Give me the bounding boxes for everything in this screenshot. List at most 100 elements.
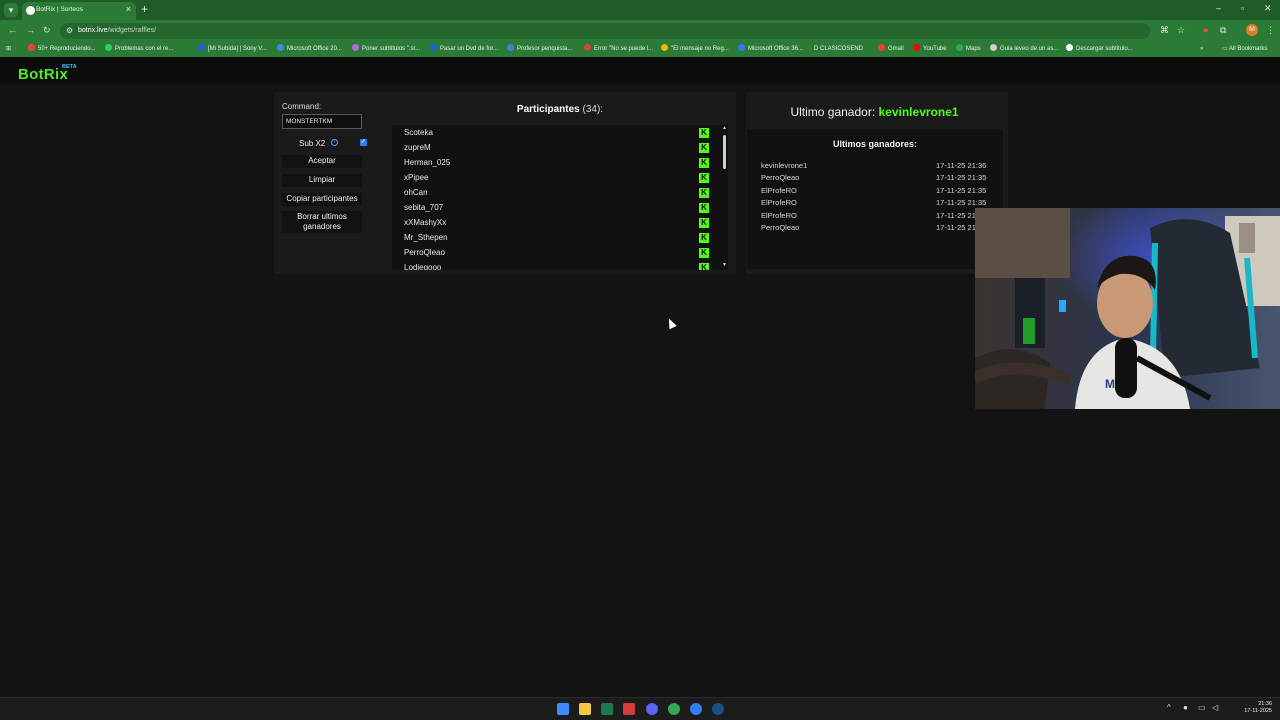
site-icon xyxy=(661,44,668,51)
apps-icon[interactable]: ⊞ xyxy=(6,44,11,55)
translate-icon[interactable]: ⌘ xyxy=(1160,25,1169,36)
bookmark-item[interactable]: Poner subtitulos ".sr... xyxy=(352,44,420,55)
bookmark-item[interactable]: Guia leveo de un as... xyxy=(990,44,1058,55)
bookmark-item[interactable]: YouTube xyxy=(913,44,947,55)
command-input[interactable] xyxy=(282,114,362,129)
profile-avatar[interactable]: M xyxy=(1246,24,1258,36)
site-icon xyxy=(430,44,437,51)
bookmark-item[interactable]: Gmail xyxy=(878,44,904,55)
site-icon xyxy=(507,44,514,51)
all-bookmarks[interactable]: ▭ All Bookmarks xyxy=(1222,44,1267,55)
extensions-puzzle-icon[interactable]: ⧉ xyxy=(1220,25,1226,36)
last-winners-title: Ultimos ganadores: xyxy=(832,139,917,149)
reload-icon[interactable]: ↻ xyxy=(43,25,51,36)
delete-last-winners-button[interactable]: Borrar ultimos ganadores xyxy=(282,211,362,233)
bookmark-item[interactable]: Microsoft Office 20... xyxy=(277,44,342,55)
last-winner-title: Ultimo ganador: kevinlevrone1 xyxy=(746,105,1003,119)
bookmark-item[interactable]: "El mensaje no Reg... xyxy=(661,44,729,55)
bookmark-item[interactable]: [Mi Subida] | Sony V... xyxy=(198,44,267,55)
url-path: /widgets/raffles/ xyxy=(107,27,157,34)
minimize-icon[interactable]: – xyxy=(1216,3,1221,13)
site-icon xyxy=(352,44,359,51)
tab-search-icon[interactable]: ▾ xyxy=(4,3,18,17)
new-tab-icon[interactable]: + xyxy=(141,2,148,16)
winner-row: kevinlevrone1 17-11-25 21:36 xyxy=(761,160,991,172)
botrix-logo[interactable]: BotRix xyxy=(18,66,68,83)
kick-icon: K xyxy=(699,203,709,213)
bookmark-star-icon[interactable]: ☆ xyxy=(1177,25,1185,36)
maximize-icon[interactable]: ▫ xyxy=(1241,3,1244,13)
app-icon[interactable] xyxy=(623,703,635,715)
bookmark-item[interactable]: 50+ Reproduciendo... xyxy=(28,44,96,55)
bookmark-item[interactable]: Microsoft Office 36... xyxy=(738,44,803,55)
accept-button[interactable]: Aceptar xyxy=(282,155,362,168)
tray-app-icon[interactable]: ● xyxy=(1183,703,1188,712)
participants-list[interactable]: Scoteka K zupreM K Herman_025 K xPipee K… xyxy=(392,125,728,270)
winner-row: ElProfeRO 17-11-25 21:35 xyxy=(761,185,991,197)
streamer-camera-image: ME xyxy=(975,208,1280,409)
back-icon[interactable]: ← xyxy=(8,25,17,35)
address-bar: ← → ↻ ⚙ botrix.live/widgets/raffles/ ⌘ ☆… xyxy=(0,20,1280,42)
winner-name: ElProfeRO xyxy=(761,198,797,207)
last-winner-name: kevinlevrone1 xyxy=(878,105,959,119)
info-icon[interactable]: i xyxy=(331,139,338,146)
extension-icon[interactable]: ● xyxy=(1203,25,1208,35)
app-icon[interactable] xyxy=(690,703,702,715)
participants-scrollbar[interactable]: ▲ ▼ xyxy=(721,125,728,270)
participant-row: Lodiegooo xyxy=(404,263,442,270)
chrome-icon[interactable] xyxy=(668,703,680,715)
bookmark-item[interactable]: Error "No se puede l... xyxy=(584,44,653,55)
tab-close-icon[interactable]: × xyxy=(126,4,131,14)
youtube-icon xyxy=(28,44,35,51)
scroll-down-icon[interactable]: ▼ xyxy=(722,262,727,268)
winner-name: ElProfeRO xyxy=(761,186,797,195)
winner-date: 17-11-25 21:36 xyxy=(936,161,987,170)
windows-start-icon[interactable] xyxy=(557,703,569,715)
kick-icon: K xyxy=(699,188,709,198)
site-icon xyxy=(738,44,745,51)
scrollbar-thumb[interactable] xyxy=(723,135,726,169)
last-winner-label: Ultimo ganador: xyxy=(790,105,876,119)
tray-overflow-icon[interactable]: ^ xyxy=(1167,703,1171,712)
url-input[interactable]: ⚙ botrix.live/widgets/raffles/ xyxy=(60,23,1150,39)
sub-x2-checkbox[interactable]: ✓ xyxy=(360,139,367,146)
taskbar-clock[interactable]: 21:36 17-11-2025 xyxy=(1228,701,1272,715)
browser-tab[interactable]: BotRix | Sorteos × xyxy=(22,2,136,20)
close-window-icon[interactable]: ✕ xyxy=(1264,3,1272,14)
winner-name: PerroQleao xyxy=(761,223,800,232)
kick-icon: K xyxy=(699,143,709,153)
beta-badge: BETA xyxy=(62,64,77,70)
scroll-up-icon[interactable]: ▲ xyxy=(722,125,727,131)
bookmark-item[interactable]: D CLASICOSEND xyxy=(814,44,863,55)
bookmarks-overflow-icon[interactable]: » xyxy=(1200,44,1203,55)
winner-name: ElProfeRO xyxy=(761,211,797,220)
participant-row: xPipee xyxy=(404,173,429,182)
site-info-icon[interactable]: ⚙ xyxy=(66,26,73,35)
participants-count: (34): xyxy=(582,104,604,115)
volume-icon[interactable]: ◁ xyxy=(1212,703,1218,712)
youtube-icon xyxy=(913,44,920,51)
discord-icon[interactable] xyxy=(646,703,658,715)
bookmark-item[interactable]: Maps xyxy=(956,44,981,55)
copy-participants-button[interactable]: Copiar participantes xyxy=(282,193,362,206)
bookmark-item[interactable]: Profesor penquista... xyxy=(507,44,572,55)
bookmark-item[interactable]: Pasar un Dvd de for... xyxy=(430,44,498,55)
excel-icon[interactable] xyxy=(601,703,613,715)
forward-icon[interactable]: → xyxy=(26,25,35,35)
bookmarks-bar: ⊞ 50+ Reproduciendo... Problemas con el … xyxy=(0,42,1280,57)
file-explorer-icon[interactable] xyxy=(579,703,591,715)
network-icon[interactable]: ▭ xyxy=(1198,703,1206,712)
participants-title: Participantes (34): xyxy=(392,104,728,115)
browser-menu-icon[interactable]: ⋮ xyxy=(1266,25,1275,36)
site-icon xyxy=(198,44,205,51)
bookmark-item[interactable]: Problemas con el re... xyxy=(105,44,173,55)
clear-button[interactable]: Limpiar xyxy=(282,174,362,187)
winner-date: 17-11-25 21:35 xyxy=(936,186,987,195)
site-icon xyxy=(990,44,997,51)
kick-icon: K xyxy=(699,248,709,258)
kick-icon: K xyxy=(699,233,709,243)
winner-row: PerroQleao 17-11-25 21:35 xyxy=(761,222,991,234)
steam-icon[interactable] xyxy=(712,703,724,715)
participant-row: PerroQleao xyxy=(404,248,445,257)
bookmark-item[interactable]: Descargar subtitulo... xyxy=(1066,44,1133,55)
